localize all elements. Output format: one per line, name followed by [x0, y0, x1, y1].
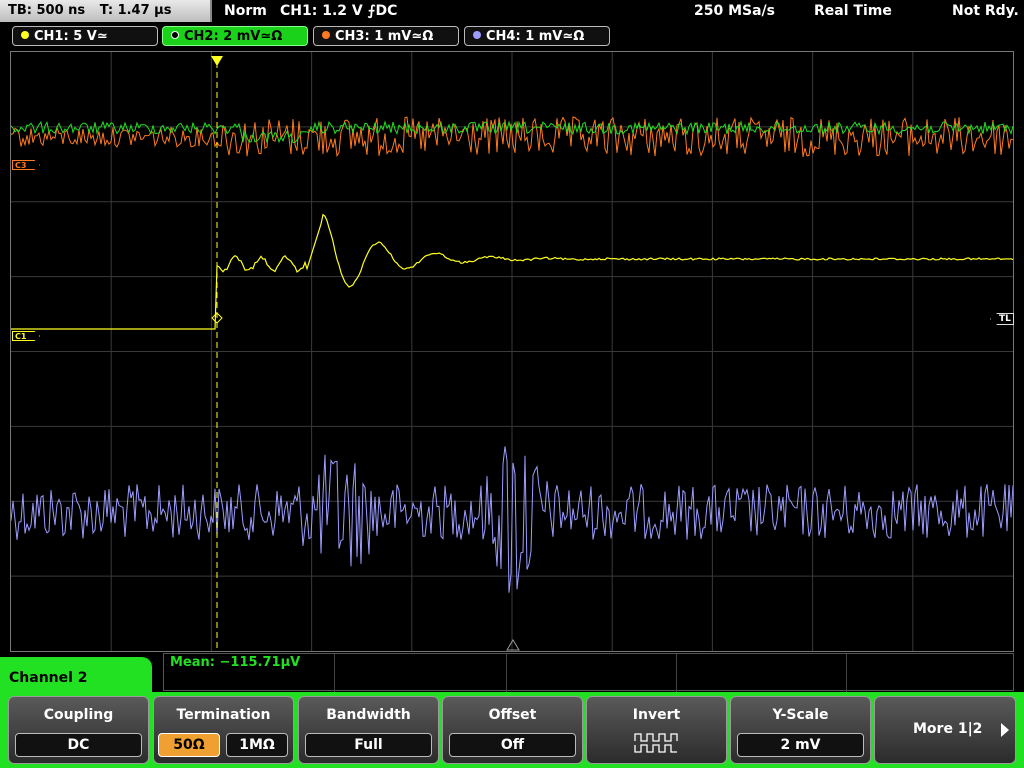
channel-badge-ch1[interactable]: CH1: 5 V≃	[12, 26, 158, 46]
acquisition-state: Not Rdy.	[952, 3, 1019, 19]
ch4-dot-icon	[473, 31, 481, 39]
ch3-position-marker[interactable]: C3	[12, 160, 40, 170]
trigger-setting[interactable]: CH1: 1.2 V ⨍DC	[280, 3, 397, 19]
termination-1mohm[interactable]: 1MΩ	[226, 733, 288, 757]
yscale-label: Y-Scale	[772, 707, 829, 723]
measurement-divider	[334, 654, 335, 692]
bandwidth-value[interactable]: Full	[305, 733, 432, 757]
ch4-label: CH4: 1 mV≃Ω	[486, 29, 585, 44]
invert-label: Invert	[632, 707, 681, 723]
offset-value[interactable]: Off	[449, 733, 576, 757]
bandwidth-label: Bandwidth	[326, 707, 411, 723]
trigger-time-value: T: 1.47 µs	[99, 3, 172, 18]
acquisition-mode[interactable]: Real Time	[814, 3, 892, 19]
next-page-icon	[1001, 723, 1009, 737]
coupling-value[interactable]: DC	[15, 733, 142, 757]
measurement-divider	[506, 654, 507, 692]
measurement-divider	[846, 654, 847, 692]
measurement-divider	[676, 654, 677, 692]
ch1-label: CH1: 5 V≃	[34, 29, 108, 44]
measurement-strip: Mean: −115.71µV	[163, 653, 1014, 692]
timebase-box[interactable]: TB: 500 ns T: 1.47 µs	[0, 0, 212, 22]
more-label: More 1|2	[913, 721, 983, 737]
invert-softkey[interactable]: Invert	[586, 696, 727, 764]
waveform-canvas	[11, 52, 1013, 651]
channel-badge-ch3[interactable]: CH3: 1 mV≃Ω	[313, 26, 459, 46]
waveform-display[interactable]	[10, 51, 1014, 652]
channel-bar: CH1: 5 V≃ CH2: 2 mV≃Ω CH3: 1 mV≃Ω CH4: 1…	[0, 26, 1024, 48]
ch3-dot-icon	[322, 31, 330, 39]
termination-label: Termination	[176, 707, 271, 723]
mean-measurement: Mean: −115.71µV	[170, 655, 301, 670]
ch1-position-marker[interactable]: C1	[12, 331, 40, 341]
offset-label: Offset	[488, 707, 537, 723]
coupling-softkey[interactable]: Coupling DC	[8, 696, 149, 764]
ch1-dot-icon	[21, 31, 29, 39]
termination-softkey[interactable]: Termination 50Ω 1MΩ	[153, 696, 294, 764]
status-bar: TB: 500 ns T: 1.47 µs Norm CH1: 1.2 V ⨍D…	[0, 0, 1024, 24]
sample-rate: 250 MSa/s	[694, 3, 776, 19]
offset-softkey[interactable]: Offset Off	[442, 696, 583, 764]
yscale-softkey[interactable]: Y-Scale 2 mV	[730, 696, 871, 764]
softkey-menu: Coupling DC Termination 50Ω 1MΩ Bandwidt…	[0, 692, 1024, 768]
trigger-mode[interactable]: Norm	[224, 3, 267, 19]
ch2-dot-icon	[171, 31, 179, 39]
bandwidth-softkey[interactable]: Bandwidth Full	[298, 696, 439, 764]
channel-badge-ch4[interactable]: CH4: 1 mV≃Ω	[464, 26, 610, 46]
trigger-position-icon	[211, 56, 223, 66]
termination-50ohm[interactable]: 50Ω	[158, 733, 220, 757]
channel-badge-ch2[interactable]: CH2: 2 mV≃Ω	[162, 26, 308, 46]
timebase-value: TB: 500 ns	[8, 3, 86, 18]
yscale-value[interactable]: 2 mV	[737, 733, 864, 757]
center-marker-icon	[506, 639, 520, 651]
coupling-label: Coupling	[43, 707, 114, 723]
invert-waveform-icon	[634, 733, 678, 753]
more-softkey[interactable]: More 1|2	[874, 696, 1016, 764]
ch2-label: CH2: 2 mV≃Ω	[184, 29, 283, 44]
ch3-label: CH3: 1 mV≃Ω	[335, 29, 434, 44]
